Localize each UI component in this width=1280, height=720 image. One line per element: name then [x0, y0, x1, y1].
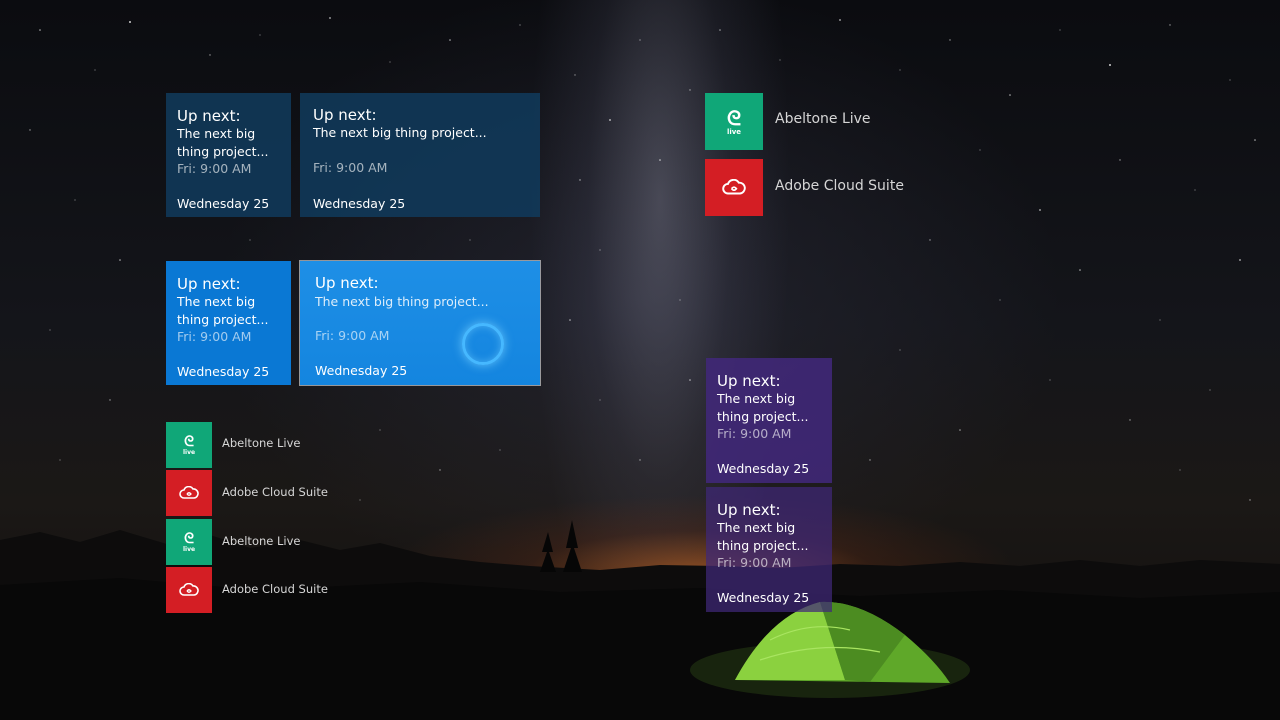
agenda-tile-wide-focused[interactable]: Up next: The next big thing project... F…: [300, 261, 540, 385]
agenda-tile-wide-dark[interactable]: Up next: The next big thing project... F…: [300, 93, 540, 217]
agenda-time: Fri: 9:00 AM: [717, 555, 792, 570]
live-glyph: ᘓ live: [726, 105, 742, 136]
ableton-live-icon[interactable]: ᘓ live: [166, 422, 212, 468]
live-word: live: [726, 127, 742, 136]
agenda-time: Fri: 9:00 AM: [313, 160, 388, 175]
app-label[interactable]: Adobe Cloud Suite: [222, 485, 328, 499]
agenda-date: Wednesday 25: [717, 461, 810, 476]
app-label[interactable]: Abeltone Live: [222, 436, 300, 450]
agenda-body: The next big thing project...: [177, 126, 269, 159]
agenda-title: Up next:: [177, 275, 241, 293]
agenda-date: Wednesday 25: [315, 363, 408, 378]
adobe-cloud-glyph: [179, 486, 199, 499]
agenda-date: Wednesday 25: [177, 364, 270, 379]
agenda-date: Wednesday 25: [717, 590, 810, 605]
agenda-body: The next big thing project...: [315, 294, 489, 309]
agenda-date: Wednesday 25: [313, 196, 406, 211]
live-word: live: [182, 448, 196, 456]
agenda-time: Fri: 9:00 AM: [177, 329, 252, 344]
agenda-body: The next big thing project...: [717, 520, 809, 553]
app-label[interactable]: Abeltone Live: [775, 111, 871, 127]
adobe-cloud-icon[interactable]: [166, 470, 212, 516]
app-label[interactable]: Adobe Cloud Suite: [222, 582, 328, 596]
agenda-title: Up next:: [717, 501, 781, 519]
app-label[interactable]: Adobe Cloud Suite: [775, 178, 904, 194]
agenda-tile-small-dark[interactable]: Up next: The next big thing project... F…: [166, 93, 291, 217]
agenda-date: Wednesday 25: [177, 196, 270, 211]
adobe-cloud-glyph: [722, 179, 746, 195]
agenda-tile-small-blue[interactable]: Up next: The next big thing project... F…: [166, 261, 291, 385]
app-label[interactable]: Abeltone Live: [222, 534, 300, 548]
cortana-ring-icon[interactable]: [462, 323, 504, 365]
agenda-body: The next big thing project...: [313, 125, 487, 140]
agenda-body: The next big thing project...: [717, 391, 809, 424]
agenda-title: Up next:: [315, 274, 379, 292]
live-word: live: [182, 545, 196, 553]
live-glyph: ᘓ live: [182, 433, 196, 456]
adobe-cloud-glyph: [179, 583, 199, 596]
agenda-tile-small-purple[interactable]: Up next: The next big thing project... F…: [706, 487, 832, 612]
agenda-body: The next big thing project...: [177, 294, 269, 327]
agenda-tile-small-purple[interactable]: Up next: The next big thing project... F…: [706, 358, 832, 483]
agenda-time: Fri: 9:00 AM: [315, 328, 390, 343]
agenda-title: Up next:: [177, 107, 241, 125]
agenda-time: Fri: 9:00 AM: [717, 426, 792, 441]
ableton-live-icon[interactable]: ᘓ live: [166, 519, 212, 565]
agenda-time: Fri: 9:00 AM: [177, 161, 252, 176]
agenda-title: Up next:: [717, 372, 781, 390]
agenda-title: Up next:: [313, 106, 377, 124]
ableton-live-icon[interactable]: ᘓ live: [705, 93, 763, 150]
adobe-cloud-icon[interactable]: [705, 159, 763, 216]
adobe-cloud-icon[interactable]: [166, 567, 212, 613]
live-glyph: ᘓ live: [182, 530, 196, 553]
